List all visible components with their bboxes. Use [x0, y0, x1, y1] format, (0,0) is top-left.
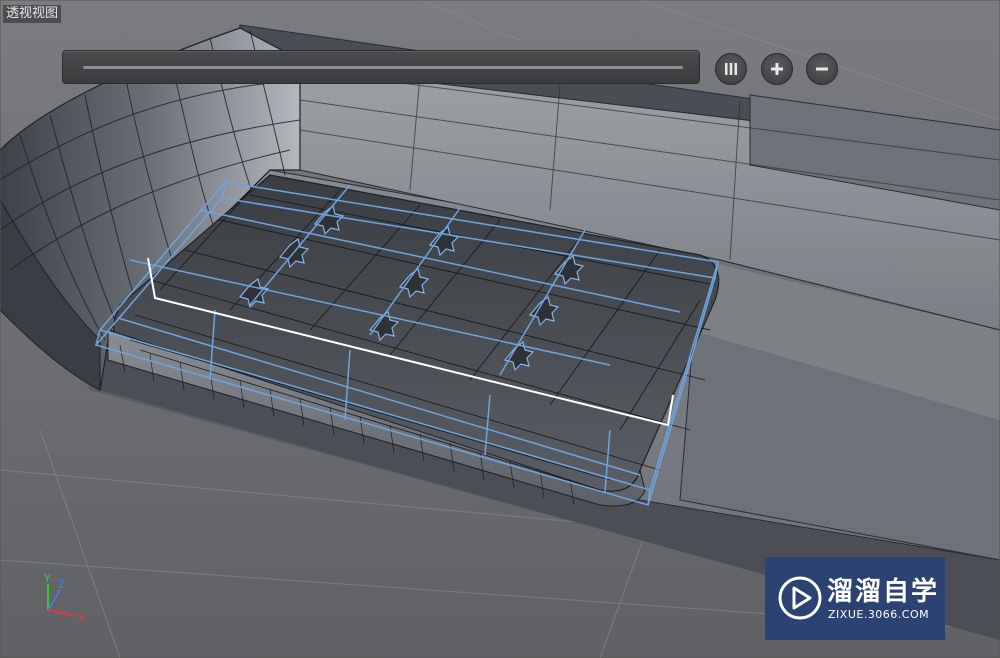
watermark-subtitle: ZIXUE.3066.COM: [828, 608, 930, 621]
axis-gizmo: Y Z X: [43, 572, 86, 624]
axis-z-label: Z: [58, 578, 66, 591]
zoom-out-button[interactable]: [806, 53, 838, 85]
axis-x-label: X: [78, 611, 86, 624]
viewport-label[interactable]: 透视视图: [3, 5, 62, 23]
zoom-in-button[interactable]: [761, 53, 793, 85]
watermark: 溜溜自学 ZIXUE.3066.COM: [765, 557, 945, 640]
minus-icon: [816, 67, 828, 71]
plus-icon: [771, 63, 783, 75]
watermark-title: 溜溜自学: [827, 577, 940, 607]
play-logo-icon: [778, 576, 822, 620]
axis-y-label: Y: [43, 572, 51, 585]
pause-button[interactable]: [715, 53, 747, 85]
3d-viewport[interactable]: 透视视图 Y Z X 溜溜自学 ZIXUE.3066.COM: [0, 0, 1000, 658]
pause-icon: [725, 63, 737, 75]
timeline-bar[interactable]: [62, 50, 700, 84]
timeline-track[interactable]: [83, 66, 683, 69]
